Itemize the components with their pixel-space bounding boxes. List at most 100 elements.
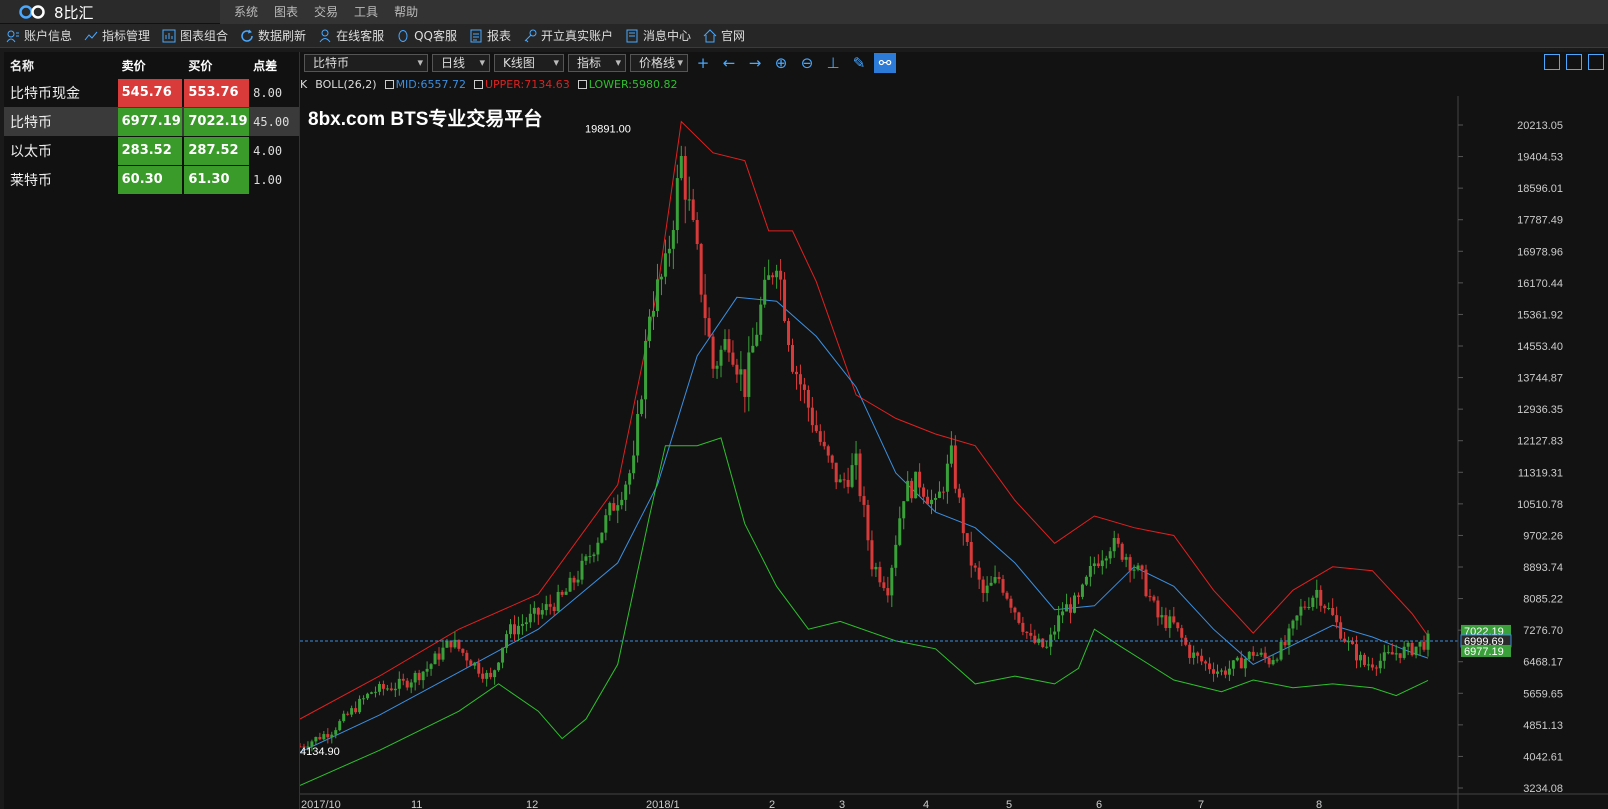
chart-area[interactable]: 比特币 日线 K线图 指标 价格线 + ← → ⊕ ⊖ ⊥ ✎ ⚯ K BOLL… xyxy=(300,52,1608,809)
candle-body xyxy=(429,664,433,669)
candle-body xyxy=(509,624,513,635)
quote-buy-price[interactable]: 61.30 xyxy=(184,165,250,194)
candle-body xyxy=(465,652,469,661)
price-chart[interactable]: 19891.00 4134.90 20213.05 19404.53 18596.01… xyxy=(300,52,1608,809)
candle-body xyxy=(1124,557,1128,560)
candle-body xyxy=(985,585,989,593)
candle-body xyxy=(878,566,882,583)
report-icon xyxy=(470,29,482,42)
candle-body xyxy=(743,369,747,397)
candle-body xyxy=(520,624,524,626)
quote-buy-price[interactable]: 7022.19 xyxy=(184,107,250,136)
y-tick-label: 8893.74 xyxy=(1523,562,1563,574)
candle-body xyxy=(727,339,731,353)
candle-body xyxy=(1021,622,1025,632)
candle-body xyxy=(751,345,755,353)
candle-body xyxy=(683,156,687,200)
toolbar-refresh[interactable]: 数据刷新 xyxy=(234,24,312,48)
y-tick-label: 4851.13 xyxy=(1523,720,1563,732)
candle-body xyxy=(560,591,564,595)
candle-body xyxy=(1295,615,1299,621)
candle-body xyxy=(902,501,906,519)
toolbar-account-info[interactable]: 账户信息 xyxy=(0,24,78,48)
menu-trade[interactable]: 交易 xyxy=(306,0,346,24)
candle-body xyxy=(1279,641,1283,660)
candle-body xyxy=(1132,569,1136,571)
candle-body xyxy=(826,446,830,456)
x-tick-label: 3 xyxy=(839,799,845,809)
candle-body xyxy=(1069,604,1073,613)
candle-body xyxy=(342,713,346,722)
candle-body xyxy=(1426,633,1430,650)
quote-row[interactable]: 比特币 6977.19 7022.19 45.00 xyxy=(4,107,299,136)
candle-body xyxy=(1311,597,1315,607)
candle-body xyxy=(1255,654,1259,656)
menu-help[interactable]: 帮助 xyxy=(386,0,426,24)
candle-body xyxy=(568,577,572,592)
candle-body xyxy=(314,737,318,742)
candle-body xyxy=(330,734,334,738)
menu-chart[interactable]: 图表 xyxy=(266,0,306,24)
candle-body xyxy=(596,542,600,555)
toolbar-chart-combo[interactable]: 图表组合 xyxy=(156,24,234,48)
candle-body xyxy=(767,275,771,280)
mid-band-line xyxy=(300,296,1429,753)
quote-buy-price[interactable]: 553.76 xyxy=(184,78,250,107)
candle-body xyxy=(723,339,727,350)
candle-body xyxy=(350,708,354,715)
toolbar-message-center[interactable]: 消息中心 xyxy=(619,24,697,48)
y-tick-label: 5659.65 xyxy=(1523,688,1563,700)
candle-body xyxy=(413,672,417,683)
header-spread: 点差 xyxy=(253,58,278,73)
candle-body xyxy=(1120,543,1124,560)
toolbar-open-account[interactable]: 开立真实账户 xyxy=(517,24,619,48)
x-tick-label: 2018/1 xyxy=(646,799,680,809)
quote-sell-price[interactable]: 283.52 xyxy=(117,136,183,165)
quote-sell-price[interactable]: 60.30 xyxy=(117,165,183,194)
toolbar-online-service[interactable]: 在线客服 xyxy=(312,24,390,48)
quote-buy-price[interactable]: 287.52 xyxy=(184,136,250,165)
quote-sell-price[interactable]: 6977.19 xyxy=(117,107,183,136)
menu-system[interactable]: 系统 xyxy=(226,0,266,24)
candle-body xyxy=(501,647,505,663)
candle-body xyxy=(477,662,481,674)
candle-body xyxy=(1144,569,1148,597)
quote-row[interactable]: 比特币现金 545.76 553.76 8.00 xyxy=(4,78,299,107)
candle-body xyxy=(957,488,961,498)
candle-body xyxy=(894,544,898,568)
sell-price-tag: 6977.19 xyxy=(1464,646,1504,658)
candle-body xyxy=(1029,632,1033,636)
candle-body xyxy=(469,660,473,666)
toolbar-report[interactable]: 报表 xyxy=(463,24,517,48)
x-tick-label: 6 xyxy=(1096,799,1102,809)
header-name: 名称 xyxy=(10,58,35,73)
quote-row[interactable]: 以太币 283.52 287.52 4.00 xyxy=(4,136,299,165)
candle-body xyxy=(1053,631,1057,635)
candle-body xyxy=(640,399,644,414)
quote-sell-price[interactable]: 545.76 xyxy=(117,78,183,107)
candle-body xyxy=(818,431,822,442)
candle-body xyxy=(1327,608,1331,610)
candle-body xyxy=(552,606,556,612)
user-icon xyxy=(319,29,331,42)
candle-body xyxy=(445,640,449,648)
candle-body xyxy=(1386,652,1390,654)
candle-body xyxy=(719,349,723,366)
toolbar-qq-service[interactable]: QQ客服 xyxy=(390,24,463,48)
candle-body xyxy=(906,480,910,502)
toolbar-website[interactable]: 官网 xyxy=(697,24,751,48)
menu-tools[interactable]: 工具 xyxy=(346,0,386,24)
quote-row[interactable]: 莱特币 60.30 61.30 1.00 xyxy=(4,165,299,194)
candle-body xyxy=(1339,622,1343,639)
candle-body xyxy=(425,668,429,672)
candle-body xyxy=(834,462,838,483)
toolbar-indicator-manage[interactable]: 指标管理 xyxy=(78,24,156,48)
candle-body xyxy=(1307,606,1311,608)
quote-spread: 1.00 xyxy=(253,172,283,187)
y-axis: 20213.05 19404.53 18596.01 17787.49 16978.96… xyxy=(1457,96,1563,809)
candle-body xyxy=(783,279,787,322)
toolbar-label: 报表 xyxy=(486,29,511,43)
candle-body xyxy=(1140,565,1144,570)
candle-body xyxy=(989,582,993,586)
candle-body xyxy=(1319,589,1323,606)
